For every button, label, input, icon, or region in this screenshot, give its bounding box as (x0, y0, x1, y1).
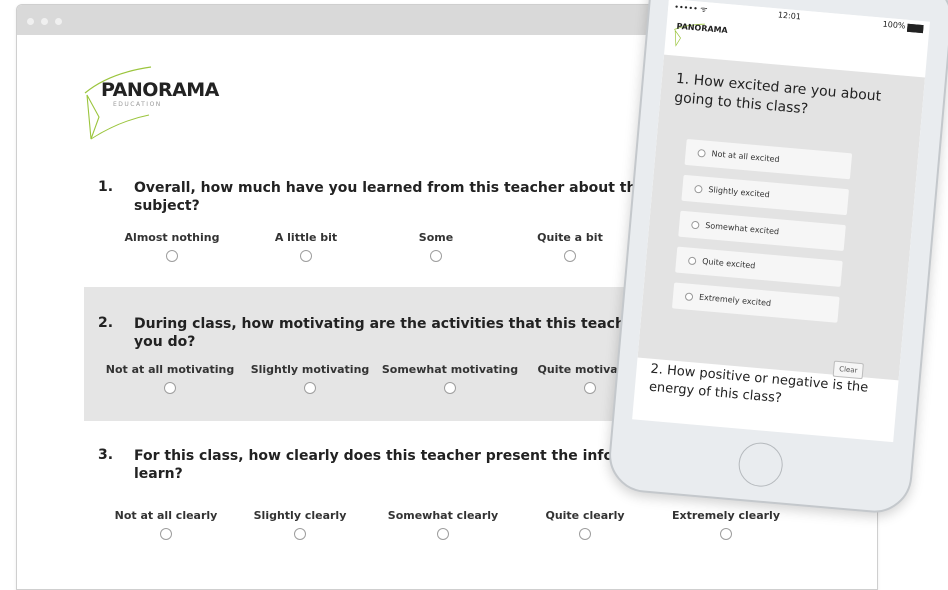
mobile-option-extremely-excited[interactable]: Extremely excited (671, 282, 840, 323)
option-not-at-all-motivating[interactable]: Not at all motivating (95, 363, 245, 394)
phone-body: ••••• ᯤ 12:01 100% PANORAMA 1. How excit… (605, 0, 948, 516)
option-somewhat-clearly[interactable]: Somewhat clearly (368, 509, 518, 540)
radio-button[interactable] (160, 528, 172, 540)
panorama-logo: PANORAMA EDUCATION (79, 59, 229, 149)
option-label: Quite a bit (537, 231, 603, 244)
mobile-option-quite-excited[interactable]: Quite excited (675, 246, 843, 287)
option-label: Somewhat clearly (387, 509, 499, 522)
signal-icon: ••••• ᯤ (673, 2, 708, 15)
mobile-question-text: 1. How excited are you about going to th… (673, 70, 882, 118)
radio-button[interactable] (687, 256, 697, 266)
option-some[interactable]: Some (361, 231, 511, 262)
question-number: 3. (98, 447, 114, 463)
radio-button[interactable] (430, 250, 442, 262)
mobile-question-1: 1. How excited are you about going to th… (637, 54, 926, 381)
mobile-option-not-at-all-excited[interactable]: Not at all excited (684, 138, 853, 180)
window-close-dot[interactable] (27, 18, 34, 25)
option-label: Quite clearly (545, 509, 625, 522)
radio-button[interactable] (166, 250, 178, 262)
phone-mockup: ••••• ᯤ 12:01 100% PANORAMA 1. How excit… (605, 0, 948, 531)
radio-button[interactable] (304, 382, 316, 394)
option-a-little-bit[interactable]: A little bit (231, 231, 381, 262)
option-label: Slightly motivating (250, 363, 370, 376)
radio-button[interactable] (584, 382, 596, 394)
question-text: Overall, how much have you learned from … (134, 180, 650, 214)
brand-tagline: EDUCATION (113, 101, 162, 108)
question-text: For this class, how clearly does this te… (134, 448, 654, 464)
option-almost-nothing[interactable]: Almost nothing (97, 231, 247, 262)
option-label: Quite excited (701, 256, 756, 271)
radio-button[interactable] (579, 528, 591, 540)
option-quite-clearly[interactable]: Quite clearly (510, 509, 660, 540)
option-label: Slightly excited (708, 185, 771, 200)
option-label: A little bit (274, 231, 338, 244)
question-text: During class, how motivating are the act… (134, 316, 674, 350)
question-number: 2. (98, 315, 114, 331)
brand-name: PANORAMA (101, 79, 219, 101)
window-maximize-dot[interactable] (55, 18, 62, 25)
radio-button[interactable] (300, 250, 312, 262)
option-label: Almost nothing (124, 231, 220, 244)
radio-button[interactable] (164, 382, 176, 394)
option-label: Slightly clearly (253, 509, 347, 522)
option-label: Some (418, 231, 454, 244)
radio-button[interactable] (444, 382, 456, 394)
option-label: Somewhat motivating (381, 363, 519, 376)
radio-button[interactable] (294, 528, 306, 540)
radio-button[interactable] (694, 184, 703, 194)
option-label: Extremely excited (698, 292, 772, 308)
option-label: Somewhat excited (704, 220, 780, 237)
window-minimize-dot[interactable] (41, 18, 48, 25)
status-time: 12:01 (777, 10, 802, 22)
phone-screen: ••••• ᯤ 12:01 100% PANORAMA 1. How excit… (632, 0, 930, 443)
option-quite-a-bit[interactable]: Quite a bit (495, 231, 645, 262)
question-number: 1. (98, 179, 114, 195)
option-slightly-clearly[interactable]: Slightly clearly (225, 509, 375, 540)
option-slightly-motivating[interactable]: Slightly motivating (235, 363, 385, 394)
battery-icon (906, 23, 924, 34)
mobile-option-somewhat-excited[interactable]: Somewhat excited (678, 210, 846, 252)
radio-button[interactable] (564, 250, 576, 262)
radio-button[interactable] (684, 292, 694, 302)
option-not-at-all-clearly[interactable]: Not at all clearly (91, 509, 241, 540)
option-label: Not at all clearly (114, 509, 218, 522)
radio-button[interactable] (437, 528, 449, 540)
option-label: Not at all excited (711, 149, 780, 165)
option-label: Not at all motivating (105, 363, 235, 376)
radio-button[interactable] (690, 220, 700, 230)
radio-button[interactable] (720, 528, 732, 540)
option-somewhat-motivating[interactable]: Somewhat motivating (375, 363, 525, 394)
home-button[interactable] (736, 440, 785, 489)
mobile-option-slightly-excited[interactable]: Slightly excited (681, 174, 850, 216)
radio-button[interactable] (697, 148, 706, 158)
battery-percent: 100% (882, 19, 906, 31)
